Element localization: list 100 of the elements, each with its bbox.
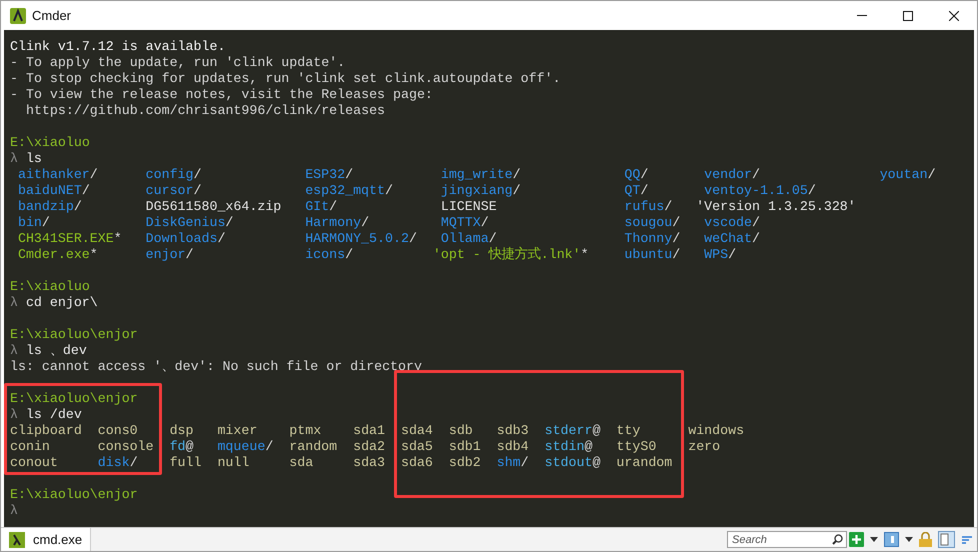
- file-name: sdb3: [496, 423, 529, 438]
- file-name: Thonny/: [624, 231, 680, 246]
- file-name: sda4: [400, 423, 433, 438]
- file-name: stderr@: [544, 423, 600, 438]
- minimize-icon: [857, 15, 867, 16]
- terminal-text: https://github.com/chrisant996/clink/releases: [24, 103, 386, 119]
- file-name: stdin@: [544, 439, 592, 454]
- file-name: conin: [10, 439, 50, 454]
- file-name: DiskGenius/: [146, 215, 234, 230]
- file-name: conout: [10, 455, 58, 470]
- maximize-icon: [903, 10, 913, 20]
- prompt-symbol: λ: [10, 503, 18, 519]
- file-name: CH341SER.EXE*: [18, 231, 122, 246]
- file-name: sdb1: [448, 439, 481, 454]
- command-text: ls /dev: [26, 407, 82, 423]
- prompt-symbol: λ: [10, 295, 18, 311]
- file-name: icons/: [305, 247, 354, 262]
- file-name: cursor/: [146, 183, 202, 198]
- file-name: vscode/: [704, 215, 760, 230]
- panel-icon[interactable]: [938, 531, 955, 548]
- window-title: Cmder: [32, 6, 72, 25]
- plus-icon[interactable]: [849, 532, 864, 547]
- app-icon: [10, 8, 26, 24]
- prompt-path: E:\xiaoluo: [10, 135, 90, 151]
- file-name: weChat/: [704, 231, 760, 246]
- file-name: mixer: [217, 423, 258, 438]
- prompt-path: E:\xiaoluo\enjor: [10, 487, 138, 503]
- file-name: shm/: [496, 455, 529, 470]
- file-name: Cmder.exe*: [18, 247, 98, 262]
- prompt-symbol: λ: [10, 343, 18, 359]
- file-name: bandzip/: [18, 199, 82, 214]
- file-name: QQ/: [624, 167, 648, 182]
- file-name: LICENSE: [440, 199, 497, 214]
- file-name: mqueue/: [217, 439, 274, 454]
- file-name: rufus/: [624, 199, 672, 214]
- terminal-text: - To stop checking for updates, run 'clink set clink.autoupdate off'.: [10, 71, 561, 87]
- file-name: WPS/: [704, 247, 736, 262]
- file-name: console: [98, 439, 154, 454]
- file-name: sdb2: [448, 455, 481, 470]
- file-name: sda3: [353, 455, 386, 470]
- file-name: youtan/: [880, 167, 936, 182]
- lock-icon[interactable]: [919, 532, 932, 547]
- file-name: sdb4: [496, 439, 529, 454]
- prompt-symbol: λ: [10, 407, 18, 423]
- file-name: ventoy-1.1.05/: [704, 183, 816, 198]
- file-name: dsp: [170, 423, 194, 438]
- file-name: random: [289, 439, 338, 454]
- file-name: full: [170, 455, 202, 470]
- terminal-text: Clink v1.7.12 is available.: [10, 39, 226, 55]
- file-name: cons0: [98, 423, 138, 438]
- file-name: sda: [289, 455, 314, 470]
- search-field[interactable]: Search: [727, 531, 847, 548]
- file-name: sda2: [353, 439, 386, 454]
- file-name: sda6: [400, 455, 433, 470]
- prompt-path: E:\xiaoluo\enjor: [10, 391, 138, 407]
- file-name: null: [217, 455, 250, 470]
- console-tab[interactable]: cmd.exe: [1, 528, 92, 551]
- file-name: 'opt - 快捷方式.lnk'*: [432, 247, 589, 262]
- prompt-path: E:\xiaoluo\enjor: [10, 327, 138, 343]
- file-name: ESP32/: [305, 167, 354, 182]
- command-text: cd enjor\: [26, 295, 98, 311]
- terminal-text: - To view the release notes, visit the Releases page:: [10, 87, 433, 103]
- file-name: esp32_mqtt/: [305, 183, 393, 198]
- file-name: aithanker/: [18, 167, 98, 182]
- file-name: MQTTX/: [440, 215, 489, 230]
- file-name: img_write/: [440, 167, 521, 182]
- close-icon: [949, 10, 959, 20]
- file-name: bin/: [18, 215, 50, 230]
- file-name: QT/: [624, 183, 648, 198]
- file-name: sougou/: [624, 215, 680, 230]
- terminal-text: - To apply the update, run 'clink update'.: [10, 55, 346, 71]
- file-name: zero: [688, 439, 720, 454]
- file-name: HARMONY_5.0.2/: [305, 231, 417, 246]
- file-name: Downloads/: [146, 231, 226, 246]
- prompt-path: E:\xiaoluo: [10, 279, 90, 295]
- file-name: ttyS0: [616, 439, 656, 454]
- file-name: ptmx: [289, 423, 322, 438]
- file-name: windows: [688, 423, 744, 438]
- command-text: ls 、dev: [26, 343, 87, 359]
- file-name: Ollama/: [440, 231, 497, 246]
- caret-icon[interactable]: [905, 537, 913, 542]
- window-icon[interactable]: [884, 532, 899, 547]
- file-name: sda5: [400, 439, 433, 454]
- file-name: baiduNET/: [18, 183, 90, 198]
- file-name: clipboard: [10, 423, 82, 438]
- file-name: ubuntu/: [624, 247, 680, 262]
- file-name: GIt/: [305, 199, 338, 214]
- command-text: ls: [26, 151, 42, 167]
- file-name: tty: [616, 423, 640, 438]
- file-name: sda1: [353, 423, 386, 438]
- file-name: config/: [146, 167, 202, 182]
- file-name: fd@: [170, 439, 194, 454]
- file-name: DG5611580_x64.zip: [146, 199, 282, 214]
- terminal-text: ls: cannot access '、dev': No such file or directory: [10, 359, 422, 375]
- app-icon: [9, 532, 25, 548]
- file-name: sdb: [448, 423, 473, 438]
- caret-icon[interactable]: [870, 537, 878, 542]
- menu-icon[interactable]: [961, 534, 973, 544]
- prompt-symbol: λ: [10, 151, 18, 167]
- file-name: Harmony/: [305, 215, 370, 230]
